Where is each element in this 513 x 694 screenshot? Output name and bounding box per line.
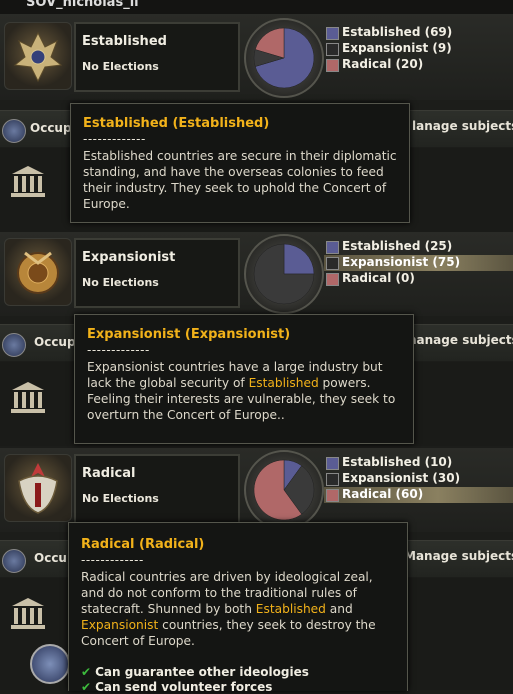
check-icon: ✔ — [81, 665, 92, 679]
tooltip-title: Radical (Radical) — [81, 537, 205, 552]
legend-label: Radical (60) — [342, 487, 424, 501]
elections-status: No Elections — [82, 60, 159, 73]
legend-row-radical: Radical (0) — [324, 271, 513, 287]
bank-icon[interactable] — [8, 164, 48, 200]
ideology-name: Expansionist — [82, 250, 176, 265]
check-icon: ✔ — [81, 680, 92, 694]
legend-label: Expansionist (75) — [342, 255, 461, 269]
legend-row-radical: Radical (60) — [324, 487, 513, 503]
tooltip-separator: ------------- — [81, 553, 144, 567]
expansionist-info-box[interactable]: Expansionist No Elections — [74, 238, 240, 308]
ideology-name: Radical — [82, 466, 136, 481]
manage-subjects-button[interactable]: nanage subjects — [408, 333, 513, 347]
ability-label: Can guarantee other ideologies — [95, 665, 309, 679]
occupied-label[interactable]: Occup — [30, 121, 72, 135]
shield-icon[interactable] — [30, 644, 70, 684]
ideology-name: Established — [82, 34, 167, 49]
legend-row-established: Established (10) — [324, 455, 513, 471]
tooltip-radical: Radical (Radical) ------------- Radical … — [68, 522, 408, 694]
legend-row-radical: Radical (20) — [324, 57, 513, 73]
legend-label: Expansionist (30) — [342, 471, 461, 485]
legend-swatch — [326, 457, 339, 470]
legend-row-expansionist: Expansionist (9) — [324, 41, 513, 57]
established-emblem-icon — [4, 22, 72, 90]
tooltip-body: Radical countries are driven by ideologi… — [81, 569, 399, 649]
legend-label: Established (25) — [342, 239, 453, 253]
legend-row-expansionist: Expansionist (30) — [324, 471, 513, 487]
radical-emblem-icon — [4, 454, 72, 522]
tooltip-body-highlight: Expansionist — [81, 618, 159, 632]
tooltip-expansionist: Expansionist (Expansionist) ------------… — [74, 314, 414, 444]
legend-swatch — [326, 27, 339, 40]
bank-icon[interactable] — [8, 380, 48, 416]
tooltip-body-highlight: Established — [255, 602, 326, 616]
legend-swatch — [326, 473, 339, 486]
pie-slice-established — [283, 243, 315, 275]
established-support-pie[interactable] — [244, 18, 324, 98]
manage-subjects-button[interactable]: lanage subjects — [412, 119, 513, 133]
elections-status: No Elections — [82, 276, 159, 289]
legend-swatch — [326, 59, 339, 72]
legend-label: Expansionist (9) — [342, 41, 452, 55]
legend-label: Radical (0) — [342, 271, 415, 285]
legend-swatch — [326, 489, 339, 502]
ability-guarantee: ✔ Can guarantee other ideologies — [81, 665, 309, 679]
tooltip-established: Established (Established) ------------- … — [70, 103, 410, 223]
established-legend: Established (69) Expansionist (9) Radica… — [324, 25, 513, 73]
legend-row-established: Established (25) — [324, 239, 513, 255]
elections-status: No Elections — [82, 492, 159, 505]
tooltip-body-text: and — [325, 602, 353, 616]
legend-swatch — [326, 43, 339, 56]
tooltip-body-highlight: Established — [248, 376, 319, 390]
occupied-icon[interactable] — [2, 549, 26, 573]
legend-row-established: Established (69) — [324, 25, 513, 41]
legend-label: Radical (20) — [342, 57, 424, 71]
tooltip-separator: ------------- — [87, 343, 150, 357]
legend-row-expansionist: Expansionist (75) — [324, 255, 513, 271]
manage-subjects-button[interactable]: Manage subjects — [404, 549, 513, 563]
ability-volunteers: ✔ Can send volunteer forces — [81, 680, 272, 694]
radical-support-pie[interactable] — [244, 450, 324, 530]
radical-legend: Established (10) Expansionist (30) Radic… — [324, 455, 513, 503]
tooltip-separator: ------------- — [83, 132, 146, 146]
expansionist-emblem-icon — [4, 238, 72, 306]
established-info-box[interactable]: Established No Elections — [74, 22, 240, 92]
tooltip-title: Expansionist (Expansionist) — [87, 327, 291, 342]
player-name: SOV_nicholas_ii — [26, 0, 139, 10]
expansionist-support-pie[interactable] — [244, 234, 324, 314]
legend-swatch — [326, 273, 339, 286]
tooltip-body: Established countries are secure in thei… — [83, 149, 397, 211]
top-bar: SOV_nicholas_ii — [0, 0, 513, 14]
legend-swatch — [326, 257, 339, 270]
tooltip-body: Expansionist countries have a large indu… — [87, 359, 405, 423]
radical-info-box[interactable]: Radical No Elections — [74, 454, 240, 524]
legend-label: Established (10) — [342, 455, 453, 469]
tooltip-title: Established (Established) — [83, 116, 270, 131]
occupied-label[interactable]: Occupi — [34, 335, 80, 349]
expansionist-legend: Established (25) Expansionist (75) Radic… — [324, 239, 513, 287]
ability-label: Can send volunteer forces — [95, 680, 273, 694]
legend-label: Established (69) — [342, 25, 453, 39]
bank-icon[interactable] — [8, 596, 48, 632]
occupied-icon[interactable] — [2, 119, 26, 143]
occupied-icon[interactable] — [2, 333, 26, 357]
legend-swatch — [326, 241, 339, 254]
